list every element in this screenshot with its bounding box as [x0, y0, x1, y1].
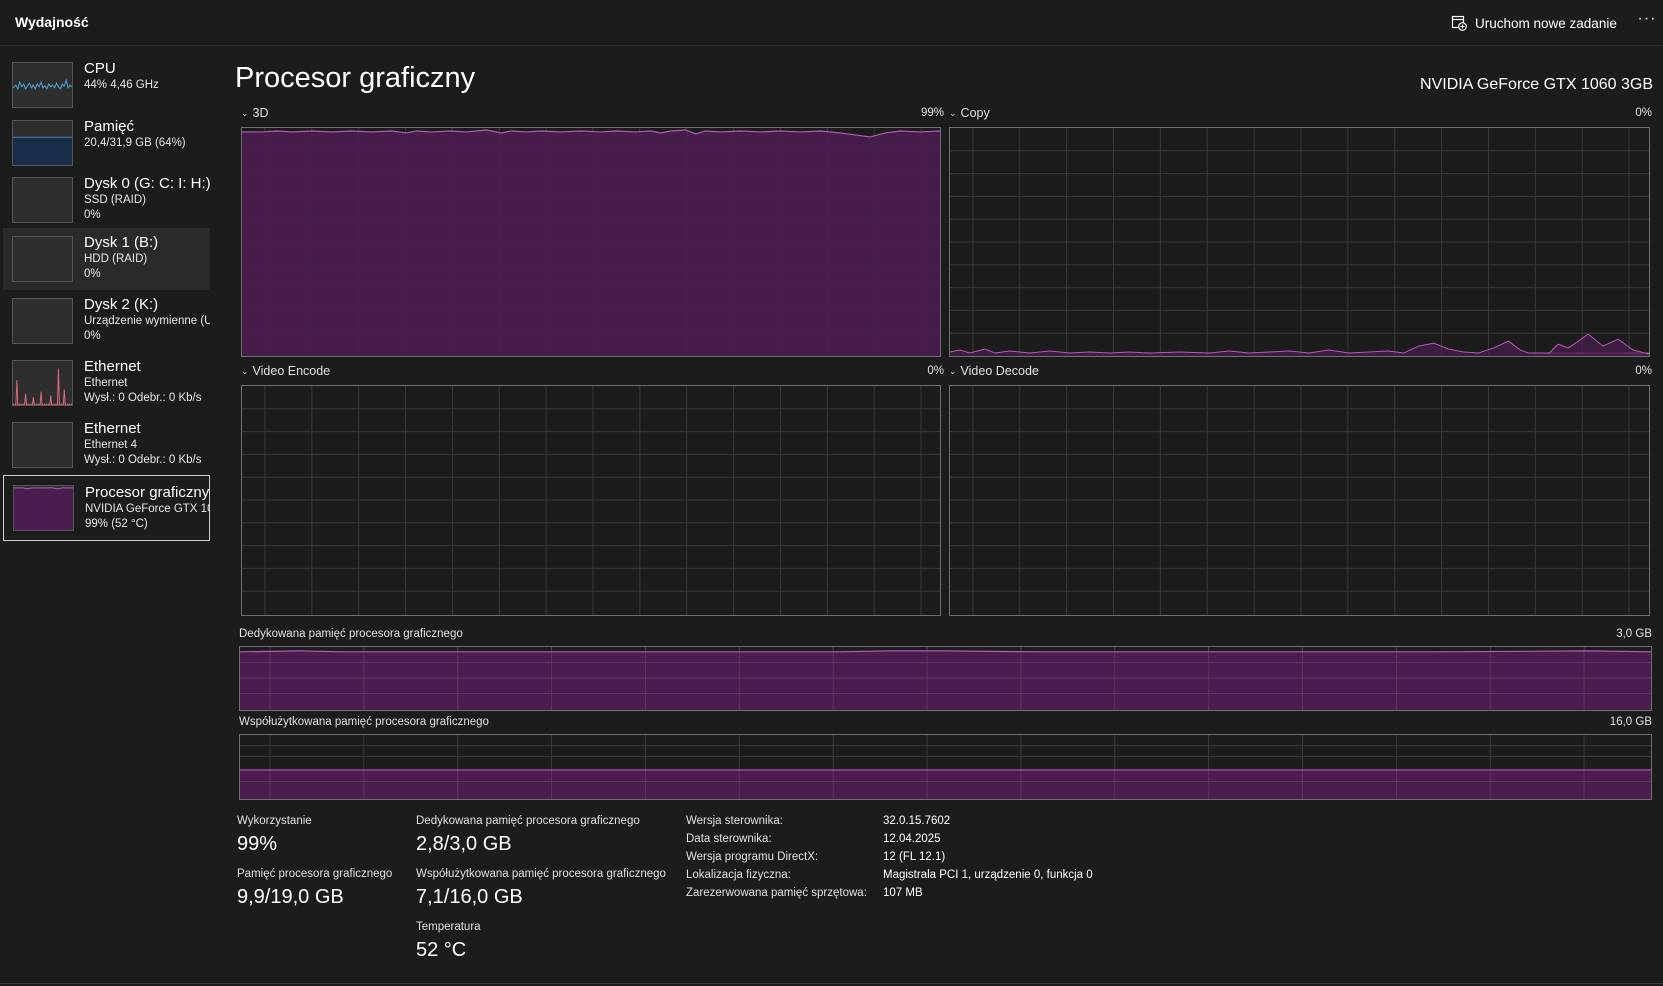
disk-0-thumbnail-graph: [12, 177, 73, 223]
sidebar-item-disk-1[interactable]: Dysk 1 (B:) HDD (RAID) 0%: [3, 228, 210, 290]
physical-location-value: Magistrala PCI 1, urządzenie 0, funkcja …: [883, 869, 1093, 881]
graph-video-encode-chart: [241, 385, 941, 616]
sidebar-item-name: Dysk 0 (G: C: I: H:): [84, 175, 210, 192]
graph-video-encode-max-percent: 0%: [927, 365, 944, 377]
shared-memory-value: 7,1/16,0 GB: [416, 886, 523, 908]
sidebar-item-cpu[interactable]: CPU 44% 4,46 GHz: [3, 54, 210, 116]
temperature-label: Temperatura: [416, 921, 481, 933]
sidebar-item-detail: Ethernet: [84, 377, 128, 389]
driver-date-value: 12.04.2025: [883, 833, 941, 845]
sidebar-item-memory[interactable]: Pamięć 20,4/31,9 GB (64%): [3, 112, 210, 174]
sidebar-item-detail: NVIDIA GeForce GTX 1060: [85, 503, 209, 515]
dedicated-memory-graph-max: 3,0 GB: [1616, 628, 1652, 640]
reserved-memory-label: Zarezerwowana pamięć sprzętowa:: [686, 887, 867, 899]
sidebar-item-usage: 99% (52 °C): [85, 517, 148, 530]
sidebar-item-disk-2[interactable]: Dysk 2 (K:) Urządzenie wymienne (U 0%: [3, 290, 210, 352]
gpu-memory-label: Pamięć procesora graficznego: [237, 868, 393, 880]
graph-copy-label: Copy: [960, 106, 990, 120]
sidebar-item-ethernet-4[interactable]: Ethernet Ethernet 4 Wysł.: 0 Odebr.: 0 K…: [3, 414, 210, 476]
cpu-thumbnail-graph: [12, 62, 73, 108]
page-section-title: Wydajność: [15, 14, 89, 30]
ethernet-4-thumbnail-graph: [12, 422, 73, 468]
graph-3d-max-percent: 99%: [920, 107, 944, 119]
driver-version-label: Wersja sterownika:: [686, 815, 783, 827]
sidebar-item-name: Pamięć: [84, 118, 135, 135]
sidebar-item-name: Dysk 2 (K:): [84, 296, 159, 313]
shared-memory-graph-max: 16,0 GB: [1609, 716, 1652, 728]
sidebar-item-detail: 44% 4,46 GHz: [84, 79, 159, 91]
sidebar-item-throughput: Wysł.: 0 Odebr.: 0 Kb/s: [84, 453, 202, 466]
sidebar-item-gpu[interactable]: Procesor graficzny NVIDIA GeForce GTX 10…: [3, 475, 210, 541]
graph-3d-selector[interactable]: ⌄ 3D: [241, 106, 269, 120]
run-new-task-button[interactable]: Uruchom nowe zadanie: [1451, 12, 1617, 34]
sidebar-item-name: Ethernet: [84, 358, 141, 375]
temperature-value: 52 °C: [416, 939, 467, 961]
graph-video-decode-label: Video Decode: [960, 364, 1039, 378]
gpu-model-name: NVIDIA GeForce GTX 1060 3GB: [1420, 76, 1653, 93]
sidebar-item-ethernet[interactable]: Ethernet Ethernet Wysł.: 0 Odebr.: 0 Kb/…: [3, 352, 210, 414]
graph-video-decode-selector[interactable]: ⌄ Video Decode: [949, 364, 1039, 378]
sidebar-item-usage: 0%: [84, 267, 101, 280]
gpu-memory-value: 9,9/19,0 GB: [237, 886, 344, 908]
graph-video-decode-chart: [949, 385, 1650, 616]
graph-copy-max-percent: 0%: [1635, 107, 1652, 119]
physical-location-label: Lokalizacja fizyczna:: [686, 869, 791, 881]
chevron-down-icon: ⌄: [949, 107, 957, 118]
chevron-down-icon: ⌄: [241, 365, 249, 376]
shared-memory-chart: [239, 734, 1652, 800]
directx-version-label: Wersja programu DirectX:: [686, 851, 819, 863]
sidebar-item-usage: 0%: [84, 329, 101, 342]
dedicated-memory-label: Dedykowana pamięć procesora graficznego: [416, 815, 640, 827]
sidebar-item-detail: Ethernet 4: [84, 439, 138, 451]
new-task-icon: [1451, 15, 1467, 31]
utilization-label: Wykorzystanie: [237, 815, 312, 827]
sidebar-item-detail: 20,4/31,9 GB (64%): [84, 137, 186, 149]
graph-video-encode-selector[interactable]: ⌄ Video Encode: [241, 364, 330, 378]
dedicated-memory-chart: [239, 646, 1652, 711]
page-title: Procesor graficzny: [235, 62, 476, 94]
sidebar-item-name: Dysk 1 (B:): [84, 234, 159, 251]
dedicated-memory-value: 2,8/3,0 GB: [416, 833, 512, 855]
driver-version-value: 32.0.15.7602: [883, 815, 951, 827]
graph-3d-label: 3D: [252, 106, 269, 120]
sidebar-item-detail: HDD (RAID): [84, 253, 148, 265]
graph-copy-chart: [949, 127, 1650, 357]
driver-date-label: Data sterownika:: [686, 833, 772, 845]
run-new-task-label: Uruchom nowe zadanie: [1475, 15, 1617, 31]
graph-video-decode-max-percent: 0%: [1635, 365, 1652, 377]
sidebar-item-throughput: Wysł.: 0 Odebr.: 0 Kb/s: [84, 391, 202, 404]
shared-memory-label: Współużytkowana pamięć procesora graficz…: [416, 868, 666, 880]
sidebar-item-disk-0[interactable]: Dysk 0 (G: C: I: H:) SSD (RAID) 0%: [3, 169, 210, 231]
chevron-down-icon: ⌄: [949, 365, 957, 376]
gpu-thumbnail-graph: [13, 485, 74, 531]
sidebar-item-name: Procesor graficzny: [85, 484, 210, 501]
ethernet-thumbnail-graph: [12, 360, 73, 406]
graph-copy-selector[interactable]: ⌄ Copy: [949, 106, 990, 120]
sidebar-item-name: Ethernet: [84, 420, 141, 437]
disk-2-thumbnail-graph: [12, 298, 73, 344]
disk-1-thumbnail-graph: [12, 236, 73, 282]
directx-version-value: 12 (FL 12.1): [883, 851, 946, 863]
sidebar-item-detail: SSD (RAID): [84, 194, 146, 206]
utilization-value: 99%: [237, 833, 278, 855]
sidebar-item-detail: Urządzenie wymienne (U: [84, 315, 210, 327]
title-bar: Wydajność Uruchom nowe zadanie ···: [0, 0, 1663, 46]
reserved-memory-value: 107 MB: [883, 887, 923, 899]
sidebar-item-usage: 0%: [84, 208, 101, 221]
more-options-button[interactable]: ···: [1636, 11, 1658, 32]
memory-thumbnail-graph: [12, 120, 73, 166]
chevron-down-icon: ⌄: [241, 107, 249, 118]
dedicated-memory-graph-label: Dedykowana pamięć procesora graficznego: [239, 628, 463, 640]
sidebar-item-name: CPU: [84, 60, 116, 77]
graph-3d-chart: [241, 127, 941, 357]
bottom-divider: [0, 983, 1663, 984]
graph-video-encode-label: Video Encode: [252, 364, 331, 378]
shared-memory-graph-label: Współużytkowana pamięć procesora graficz…: [239, 716, 489, 728]
